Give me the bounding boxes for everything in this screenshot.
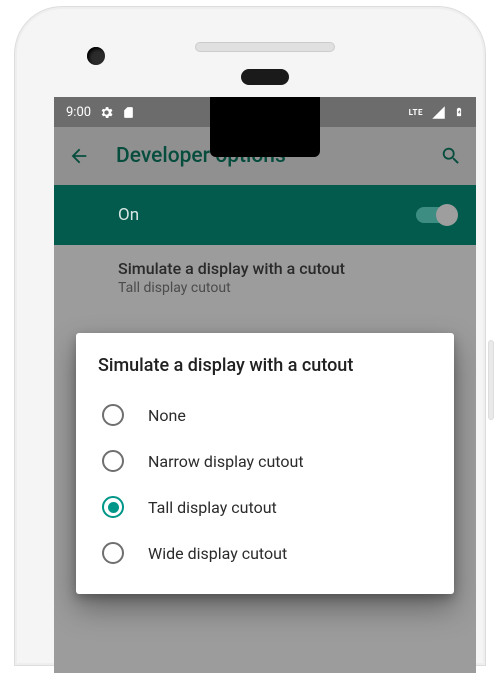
option-label: Wide display cutout: [148, 544, 287, 563]
radio-icon: [102, 404, 124, 426]
option-label: Tall display cutout: [148, 498, 277, 517]
option-tall[interactable]: Tall display cutout: [98, 484, 432, 530]
option-label: Narrow display cutout: [148, 452, 304, 471]
radio-icon: [102, 542, 124, 564]
dialog-title: Simulate a display with a cutout: [98, 355, 432, 376]
option-label: None: [148, 406, 186, 425]
screen: 9:00 LTE D: [54, 97, 476, 673]
device-frame: 9:00 LTE D: [14, 6, 486, 666]
option-none[interactable]: None: [98, 392, 432, 438]
radio-icon: [102, 496, 124, 518]
radio-icon: [102, 450, 124, 472]
cutout-dialog: Simulate a display with a cutout None Na…: [76, 333, 454, 594]
power-button: [488, 340, 494, 420]
proximity-sensor: [241, 69, 289, 85]
front-camera: [87, 47, 105, 65]
option-wide[interactable]: Wide display cutout: [98, 530, 432, 576]
earpiece-speaker: [195, 42, 335, 52]
option-narrow[interactable]: Narrow display cutout: [98, 438, 432, 484]
